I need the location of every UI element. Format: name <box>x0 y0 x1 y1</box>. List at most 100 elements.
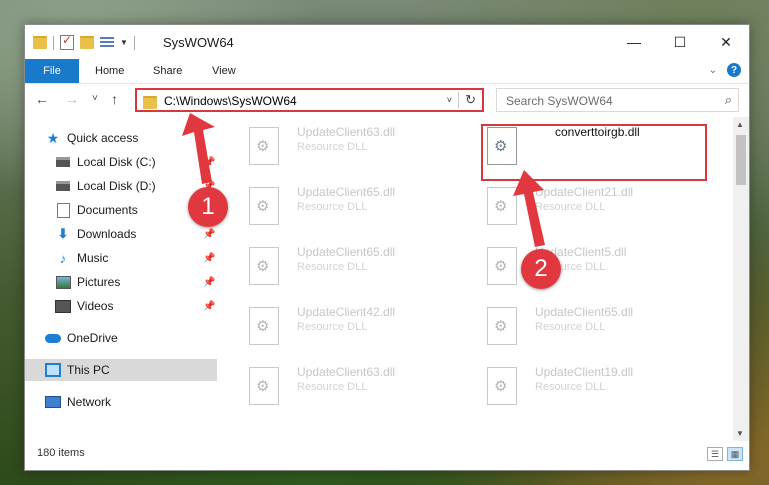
file-name: UpdateClient63.dll <box>297 125 396 139</box>
ribbon-tabs: File Home Share View ⌄ ? <box>25 59 749 84</box>
search-input[interactable]: Search SysWOW64 ⌕ <box>496 88 739 112</box>
address-path[interactable]: C:\Windows\SysWOW64 <box>164 94 297 108</box>
file-name: UpdateClient65.dll <box>297 185 396 199</box>
step-badge-1: 1 <box>188 187 228 227</box>
sidebar-item-downloads[interactable]: ⬇ Downloads 📌 <box>25 223 217 245</box>
sidebar-item-label: Quick access <box>67 131 139 145</box>
navigation-pane: ★ Quick access Local Disk (C:) 📌 Local D… <box>25 121 218 439</box>
close-button[interactable]: ✕ <box>703 25 749 59</box>
sidebar-item-this-pc[interactable]: This PC <box>25 359 217 381</box>
pin-icon[interactable]: 📌 <box>203 157 215 168</box>
file-item[interactable]: UpdateClient65.dll Resource DLL <box>241 243 461 289</box>
sidebar-item-local-disk-d[interactable]: Local Disk (D:) 📌 <box>25 175 217 197</box>
drive-icon <box>56 181 70 191</box>
sidebar-item-label: Pictures <box>77 275 121 289</box>
maximize-button[interactable]: ☐ <box>657 25 703 59</box>
pin-icon[interactable]: 📌 <box>203 277 215 288</box>
sidebar-item-label: Local Disk (D:) <box>77 179 156 193</box>
forward-icon[interactable]: → <box>65 91 79 107</box>
file-item[interactable]: UpdateClient42.dll Resource DLL <box>241 303 461 349</box>
customize-icon[interactable] <box>100 36 114 49</box>
sidebar-item-pictures[interactable]: Pictures 📌 <box>25 271 217 293</box>
document-icon <box>56 202 70 218</box>
search-icon[interactable]: ⌕ <box>725 92 732 108</box>
file-item[interactable]: UpdateClient65.dll Resource DLL <box>241 183 461 229</box>
file-item[interactable]: UpdateClient65.dll Resource DLL <box>479 303 699 349</box>
music-icon: ♪ <box>59 250 67 266</box>
drive-icon <box>56 157 70 167</box>
sidebar-item-videos[interactable]: Videos 📌 <box>25 295 217 317</box>
sidebar-item-label: Downloads <box>77 227 137 241</box>
help-icon[interactable]: ? <box>727 63 741 77</box>
sidebar-item-label: OneDrive <box>67 331 118 345</box>
back-icon[interactable]: ← <box>35 91 49 107</box>
pin-icon[interactable]: 📌 <box>203 229 215 240</box>
tab-view[interactable]: View <box>212 59 236 83</box>
minimize-button[interactable]: — <box>611 25 657 59</box>
toolbar-divider <box>133 35 135 50</box>
address-dropdown-icon[interactable]: ˅ <box>447 95 452 105</box>
tiles-view-icon[interactable]: ▦ <box>727 447 743 461</box>
step-badge-2: 2 <box>521 249 561 289</box>
network-icon <box>45 396 61 408</box>
dll-file-icon <box>249 367 279 405</box>
window-controls: — ☐ ✕ <box>611 25 749 59</box>
file-item[interactable]: UpdateClient5.dll Resource DLL <box>479 243 699 289</box>
search-placeholder: Search SysWOW64 <box>506 94 613 108</box>
videos-icon <box>55 299 71 313</box>
folder-icon <box>143 96 157 109</box>
refresh-icon[interactable]: ↻ <box>465 92 476 108</box>
item-count: 180 items <box>37 447 85 459</box>
sidebar-item-onedrive[interactable]: OneDrive <box>25 327 217 349</box>
sidebar-item-label: Documents <box>77 203 138 217</box>
tab-share[interactable]: Share <box>153 59 182 83</box>
scrollbar-thumb[interactable] <box>736 135 746 185</box>
file-name: UpdateClient42.dll <box>297 305 396 319</box>
sidebar-item-label: Network <box>67 395 112 409</box>
dll-file-icon <box>249 247 279 285</box>
sidebar-item-network[interactable]: Network <box>25 391 217 413</box>
file-item[interactable]: UpdateClient21.dll Resource DLL <box>479 183 699 229</box>
scroll-down-icon[interactable]: ▼ <box>736 429 744 438</box>
toolbar-divider <box>53 35 54 50</box>
sidebar-item-quick-access[interactable]: ★ Quick access <box>25 127 217 149</box>
file-type: Resource DLL <box>535 321 606 333</box>
file-item[interactable]: UpdateClient63.dll Resource DLL <box>241 363 461 409</box>
file-item[interactable]: UpdateClient63.dll Resource DLL <box>241 123 461 169</box>
sidebar-item-local-disk-c[interactable]: Local Disk (C:) 📌 <box>25 151 217 173</box>
file-name: UpdateClient19.dll <box>535 365 634 379</box>
download-icon: ⬇ <box>57 226 69 241</box>
dll-file-icon <box>249 307 279 345</box>
recent-locations-icon[interactable]: ˅ <box>92 93 98 104</box>
window-title: SysWOW64 <box>163 35 234 50</box>
up-icon[interactable]: ↑ <box>111 91 118 107</box>
sidebar-item-label: Videos <box>77 299 114 313</box>
dll-file-icon <box>249 127 279 165</box>
navigation-bar: ← → ˅ ↑ C:\Windows\SysWOW64 ˅ ↻ Search S… <box>25 85 749 115</box>
details-view-icon[interactable]: ☰ <box>707 447 723 461</box>
pin-icon[interactable]: 📌 <box>203 301 215 312</box>
sidebar-item-music[interactable]: ♪ Music 📌 <box>25 247 217 269</box>
new-folder-icon[interactable] <box>80 36 94 49</box>
dll-file-icon <box>487 187 517 225</box>
chevron-down-icon[interactable]: ▼ <box>120 38 128 47</box>
file-type: Resource DLL <box>297 141 368 153</box>
computer-icon <box>45 363 61 377</box>
file-type: Resource DLL <box>297 201 368 213</box>
file-name: UpdateClient65.dll <box>535 305 634 319</box>
tab-file[interactable]: File <box>25 59 79 83</box>
file-item[interactable]: UpdateClient19.dll Resource DLL <box>479 363 699 409</box>
dll-file-icon <box>487 367 517 405</box>
sidebar-item-label: This PC <box>67 363 110 377</box>
chevron-down-icon[interactable]: ⌄ <box>709 65 717 76</box>
address-bar[interactable]: C:\Windows\SysWOW64 ˅ ↻ <box>135 88 484 112</box>
vertical-scrollbar[interactable]: ▲ ▼ <box>733 117 749 441</box>
file-name: UpdateClient21.dll <box>535 185 634 199</box>
scroll-up-icon[interactable]: ▲ <box>736 120 744 129</box>
dll-file-icon <box>487 247 517 285</box>
tab-home[interactable]: Home <box>95 59 124 83</box>
status-bar: 180 items ☰ ▦ <box>25 440 749 470</box>
pin-icon[interactable]: 📌 <box>203 253 215 264</box>
properties-check-icon[interactable] <box>60 33 74 50</box>
file-highlight-box <box>481 124 707 181</box>
